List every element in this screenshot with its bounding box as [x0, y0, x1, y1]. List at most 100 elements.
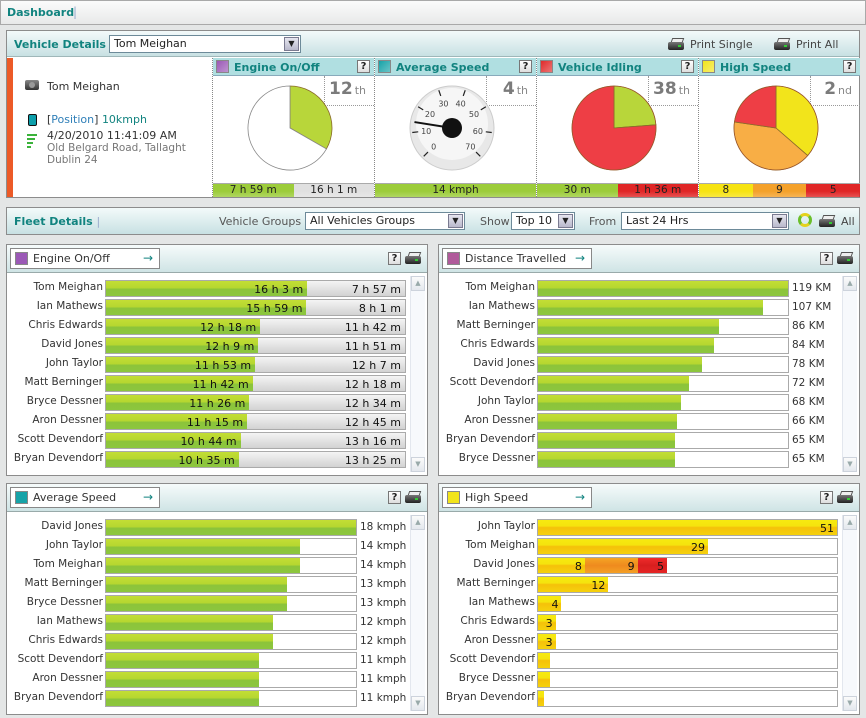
chevron-down-icon[interactable]: ▼: [448, 214, 463, 228]
table-row: Scott Devendorf 10 h 44 m 13 h 16 m: [7, 431, 409, 450]
row-name: Ian Mathews: [36, 300, 103, 312]
bar-track: [105, 538, 357, 555]
scrollbar[interactable]: ▲ ▼: [410, 515, 425, 711]
print-all-button[interactable]: Print All: [774, 38, 838, 51]
scrollbar[interactable]: ▲ ▼: [842, 276, 857, 472]
bar-fill: [106, 577, 287, 592]
widget-color-swatch: [15, 491, 28, 504]
widget-title-tab[interactable]: Distance Travelled →: [442, 248, 592, 269]
bar-value: 14 kmph: [360, 540, 407, 552]
print-all-fleet-button[interactable]: All: [819, 215, 855, 228]
help-icon[interactable]: ?: [388, 252, 401, 265]
vehicle-select[interactable]: Tom Meighan ▼: [109, 35, 301, 53]
arrow-right-icon[interactable]: →: [143, 251, 153, 265]
camera-icon[interactable]: [25, 80, 39, 90]
bar-segment-level-1: [538, 520, 837, 535]
widget-title-tab[interactable]: Engine On/Off →: [10, 248, 160, 269]
kpi-title: Average Speed: [396, 61, 490, 74]
bar-on-label: 12 h 18 m: [200, 321, 257, 334]
table-row: Aron Dessner 11 h 15 m 12 h 45 m: [7, 412, 409, 431]
bar-track: 10 h 44 m 13 h 16 m: [105, 432, 406, 449]
vehicle-groups-label: Vehicle Groups: [219, 215, 302, 228]
kpi-pie-chart: [733, 85, 819, 171]
bar-track: 11 h 53 m 12 h 7 m: [105, 356, 406, 373]
bar-track: 12 h 9 m 11 h 51 m: [105, 337, 406, 354]
help-icon[interactable]: ?: [820, 491, 833, 504]
help-icon[interactable]: ?: [681, 60, 694, 73]
row-name: John Taylor: [477, 395, 535, 407]
chevron-down-icon[interactable]: ▼: [772, 214, 787, 228]
bar-value: 68 KM: [792, 396, 825, 408]
chevron-down-icon[interactable]: ▼: [558, 214, 573, 228]
kpi-footer-value: 16 h 1 m: [293, 184, 374, 197]
arrow-right-icon[interactable]: →: [575, 251, 585, 265]
printer-icon[interactable]: [405, 491, 422, 504]
gauge-tick: [485, 131, 492, 134]
printer-icon[interactable]: [837, 252, 854, 265]
show-select[interactable]: Top 10 ▼: [511, 212, 575, 230]
bar-value-label: 3: [545, 636, 553, 649]
bar-fill: [538, 319, 719, 334]
table-row: Tom Meighan 119 KM: [439, 279, 841, 298]
row-name: Tom Meighan: [465, 539, 535, 551]
bar-track: 4: [537, 595, 838, 612]
row-name: Bryce Dessner: [458, 452, 535, 464]
kpi-tile-high-speed: High Speed? 2nd 8 9 5: [698, 58, 861, 197]
widget-color-swatch: [447, 491, 460, 504]
scrollbar[interactable]: ▲ ▼: [410, 276, 425, 472]
position-link[interactable]: Position: [51, 113, 94, 126]
bar-track: 29: [537, 538, 838, 555]
scroll-down-button[interactable]: ▼: [411, 696, 425, 711]
refresh-icon[interactable]: [798, 213, 812, 227]
table-row: David Jones 12 h 9 m 11 h 51 m: [7, 336, 409, 355]
bar-on-label: 16 h 3 m: [254, 283, 304, 296]
widget-title-tab[interactable]: Average Speed →: [10, 487, 160, 508]
help-icon[interactable]: ?: [820, 252, 833, 265]
bar-fill: [106, 653, 259, 668]
arrow-right-icon[interactable]: →: [575, 490, 585, 504]
bar-track: [537, 375, 789, 392]
scroll-down-button[interactable]: ▼: [411, 457, 425, 472]
kpi-header: Engine On/Off?: [213, 58, 374, 76]
help-icon[interactable]: ?: [843, 60, 856, 73]
table-row: Aron Dessner 3: [439, 632, 841, 651]
scroll-up-button[interactable]: ▲: [843, 276, 857, 291]
bar-fill: [106, 691, 259, 706]
chevron-down-icon[interactable]: ▼: [284, 37, 299, 51]
row-name: David Jones: [473, 357, 535, 369]
kpi-footer-value: 30 m: [537, 184, 618, 197]
arrow-right-icon[interactable]: →: [143, 490, 153, 504]
scrollbar[interactable]: ▲ ▼: [842, 515, 857, 711]
printer-icon[interactable]: [405, 252, 422, 265]
bar-value: 11 kmph: [360, 673, 407, 685]
scroll-up-button[interactable]: ▲: [843, 515, 857, 530]
bar-value-label: 51: [820, 522, 834, 535]
help-icon[interactable]: ?: [357, 60, 370, 73]
dashboard-title[interactable]: Dashboard: [7, 6, 74, 19]
pie-slice-level-3: [733, 85, 777, 129]
bar-value: 84 KM: [792, 339, 825, 351]
scroll-down-button[interactable]: ▼: [843, 457, 857, 472]
print-all-label: Print All: [796, 38, 839, 51]
bar-track: 12: [537, 576, 838, 593]
bar-on-label: 11 h 15 m: [186, 416, 244, 429]
table-row: Chris Edwards 3: [439, 613, 841, 632]
bar-on-label: 11 h 26 m: [189, 397, 246, 410]
vehicle-groups-select[interactable]: All Vehicles Groups ▼: [305, 212, 465, 230]
help-icon[interactable]: ?: [388, 491, 401, 504]
printer-icon[interactable]: [837, 491, 854, 504]
scroll-up-button[interactable]: ▲: [411, 515, 425, 530]
widget-title-tab[interactable]: High Speed →: [442, 487, 592, 508]
print-single-button[interactable]: Print Single: [668, 38, 753, 51]
widget-title: Average Speed: [33, 491, 117, 504]
table-row: Bryan Devendorf 65 KM: [439, 431, 841, 450]
bar-on-label: 11 h 53 m: [194, 359, 252, 372]
from-select[interactable]: Last 24 Hrs ▼: [621, 212, 789, 230]
scroll-up-button[interactable]: ▲: [411, 276, 425, 291]
scroll-down-button[interactable]: ▼: [843, 696, 857, 711]
bar-on-label: 12 h 9 m: [205, 340, 255, 353]
row-name: Matt Berninger: [456, 319, 535, 331]
help-icon[interactable]: ?: [519, 60, 532, 73]
bar-on-label: 10 h 44 m: [180, 435, 237, 448]
table-row: David Jones 8 9 5: [439, 556, 841, 575]
